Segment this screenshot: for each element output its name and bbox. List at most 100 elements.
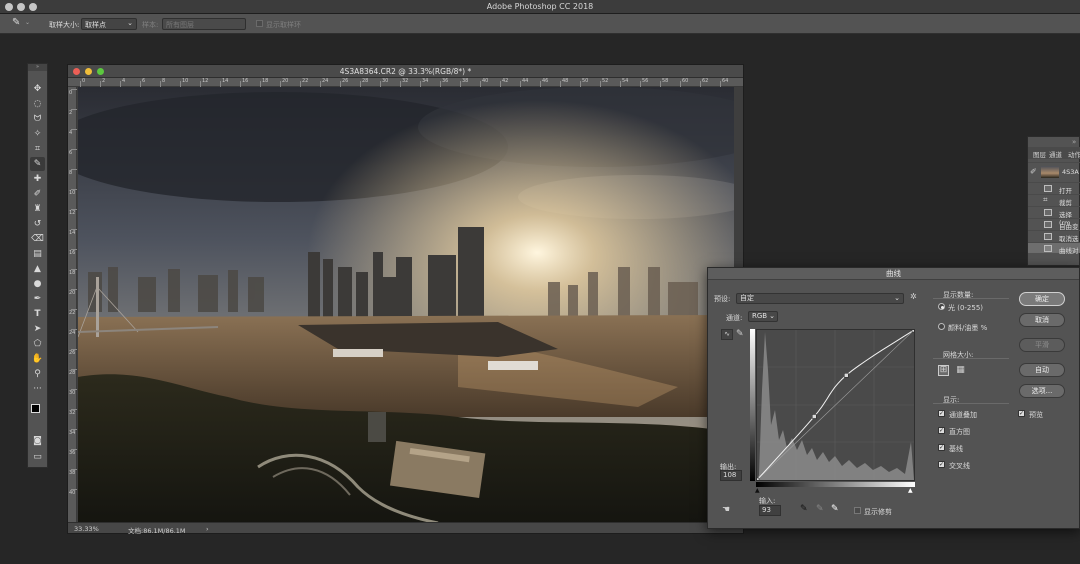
- gradient-tool-icon[interactable]: ▤: [30, 247, 45, 261]
- channel-select[interactable]: RGB ⌄: [748, 311, 778, 322]
- pen-tool-icon[interactable]: ✒: [30, 292, 45, 306]
- ruler-label: 14: [222, 78, 229, 84]
- eraser-tool-icon[interactable]: ⌫: [30, 232, 45, 246]
- shape-tool-icon[interactable]: ⬠: [30, 337, 45, 351]
- curve-control-point[interactable]: [844, 373, 849, 378]
- sample-select[interactable]: 所有图层: [162, 18, 246, 30]
- auto-button[interactable]: 自动: [1019, 363, 1065, 377]
- ruler-label: 38: [69, 470, 76, 476]
- history-state-icon: [1044, 233, 1052, 240]
- grid-detailed-icon[interactable]: ▦: [955, 365, 966, 376]
- healing-brush-tool-icon[interactable]: ✚: [30, 172, 45, 186]
- ruler-label: 40: [482, 78, 489, 84]
- ruler-label: 24: [69, 330, 76, 336]
- channel-overlay-checkbox[interactable]: ✓: [938, 410, 945, 417]
- options-bar: ✎ ⌄ 取样大小: 取样点 ⌄ 样本: 所有图层 显示取样环: [0, 14, 1080, 34]
- cancel-button[interactable]: 取消: [1019, 313, 1065, 327]
- curve-control-point[interactable]: [812, 414, 817, 419]
- history-snapshot-row[interactable]: ✐ 4S3A: [1028, 162, 1080, 181]
- ruler-label: 28: [69, 370, 76, 376]
- ruler-label: 18: [69, 270, 76, 276]
- curve-control-point[interactable]: [754, 477, 760, 483]
- ruler-vertical[interactable]: 0 2 4 6 8 10 12 14 16 18 20 22 24 26 28 30 32 34 36 38 40: [68, 87, 77, 523]
- ruler-label: 22: [69, 310, 76, 316]
- ruler-label: 18: [262, 78, 269, 84]
- dodge-tool-icon[interactable]: ●: [30, 277, 45, 291]
- sample-label: 样本:: [142, 21, 159, 29]
- chevron-down-icon[interactable]: ⌄: [25, 19, 30, 26]
- sample-size-select[interactable]: 取样点 ⌄: [81, 18, 137, 30]
- show-ring-checkbox[interactable]: [256, 20, 263, 27]
- light-radio[interactable]: [938, 303, 945, 310]
- show-clipping-checkbox[interactable]: [854, 507, 861, 514]
- pencil-icon[interactable]: ✎: [736, 329, 744, 339]
- ruler-label: 58: [662, 78, 669, 84]
- quick-mask-icon[interactable]: ◙: [30, 434, 45, 448]
- intersection-line-checkbox[interactable]: ✓: [938, 461, 945, 468]
- blur-tool-icon[interactable]: ▲: [30, 262, 45, 276]
- eyedropper-tool-icon[interactable]: ✎: [30, 157, 45, 171]
- path-selection-tool-icon[interactable]: ➤: [30, 322, 45, 336]
- white-eyedropper-icon[interactable]: ✎: [831, 504, 839, 514]
- options-button[interactable]: 选项...: [1019, 384, 1065, 398]
- history-item[interactable]: 打开: [1028, 182, 1080, 195]
- chevron-down-icon: ⌄: [127, 19, 133, 27]
- history-item-selected[interactable]: 曲线对: [1028, 242, 1080, 255]
- ruler-horizontal[interactable]: 0 2 4 6 8 10 12 14 16 18 20 22 24 26 28 30 32 34 36 38 40 42 4…: [68, 78, 743, 87]
- channel-value: RGB: [752, 312, 768, 320]
- grid-simple-icon[interactable]: ⊞: [938, 365, 949, 376]
- ok-button[interactable]: 确定: [1019, 292, 1065, 306]
- gray-eyedropper-icon[interactable]: ✎: [816, 504, 824, 514]
- input-field[interactable]: 93: [759, 505, 781, 516]
- status-menu-arrow[interactable]: ›: [206, 525, 209, 533]
- preview-checkbox[interactable]: ✓: [1018, 410, 1025, 417]
- magic-wand-tool-icon[interactable]: ✧: [30, 127, 45, 141]
- curves-graph[interactable]: [754, 327, 917, 483]
- toolbox-collapse-icon[interactable]: »: [28, 64, 47, 71]
- gear-icon[interactable]: ✲: [910, 292, 917, 301]
- type-tool-icon[interactable]: T: [30, 307, 45, 321]
- brush-tool-icon[interactable]: ✐: [30, 187, 45, 201]
- crop-tool-icon[interactable]: ⌗: [30, 142, 45, 156]
- marquee-tool-icon[interactable]: ◌: [30, 97, 45, 111]
- output-field[interactable]: 108: [720, 470, 742, 481]
- tab-layers[interactable]: 图层: [1033, 149, 1046, 159]
- status-zoom[interactable]: 33.33%: [74, 525, 99, 533]
- tab-channels[interactable]: 通道: [1049, 149, 1062, 159]
- panel-collapse-icon[interactable]: »: [1072, 138, 1076, 146]
- white-point-slider[interactable]: ▲: [908, 487, 913, 494]
- preset-select[interactable]: 自定 ⌄: [736, 293, 904, 304]
- photo-canvas[interactable]: [78, 87, 734, 523]
- move-tool-icon[interactable]: ✥: [30, 82, 45, 96]
- pigment-radio[interactable]: [938, 323, 945, 330]
- clone-stamp-tool-icon[interactable]: ♜: [30, 202, 45, 216]
- toolbox: » ✥ ◌ ᗢ ✧ ⌗ ✎ ✚ ✐ ♜ ↺ ⌫ ▤ ▲ ● ✒ T ➤ ⬠ ✋ …: [27, 63, 48, 468]
- history-item[interactable]: ⌗ 裁剪: [1028, 194, 1080, 207]
- history-item[interactable]: 自由变: [1028, 218, 1080, 231]
- black-eyedropper-icon[interactable]: ✎: [800, 504, 808, 514]
- history-item[interactable]: 取消选: [1028, 230, 1080, 243]
- more-tools-icon[interactable]: ···: [30, 382, 45, 396]
- panel-tabs: 图层 通道 动作: [1028, 147, 1080, 159]
- zoom-tool-icon[interactable]: ⚲: [30, 367, 45, 381]
- smooth-button[interactable]: 平滑: [1019, 338, 1065, 352]
- history-brush-tool-icon[interactable]: ↺: [30, 217, 45, 231]
- screen-mode-icon[interactable]: ▭: [30, 450, 45, 464]
- histogram-checkbox[interactable]: ✓: [938, 427, 945, 434]
- foreground-color-swatch[interactable]: [31, 404, 40, 413]
- input-gradient-bar: [756, 482, 915, 487]
- lasso-tool-icon[interactable]: ᗢ: [30, 112, 45, 126]
- black-point-slider[interactable]: ▲: [755, 487, 760, 494]
- baseline-checkbox[interactable]: ✓: [938, 444, 945, 451]
- channel-label: 通道:: [726, 314, 743, 322]
- preset-value: 自定: [740, 294, 754, 302]
- curve-edit-points-icon[interactable]: ∿: [721, 329, 733, 340]
- hand-tool-icon[interactable]: ✋: [30, 352, 45, 366]
- history-brush-source-icon[interactable]: ✐: [1030, 167, 1037, 176]
- eyedropper-tool-preset-icon[interactable]: ✎: [12, 17, 20, 28]
- history-item[interactable]: 选择(rm: [1028, 206, 1080, 227]
- tab-actions[interactable]: 动作: [1068, 149, 1080, 159]
- on-image-adjust-icon[interactable]: ☚: [722, 505, 730, 515]
- ruler-label: 20: [282, 78, 289, 84]
- curve-control-point[interactable]: [911, 327, 917, 333]
